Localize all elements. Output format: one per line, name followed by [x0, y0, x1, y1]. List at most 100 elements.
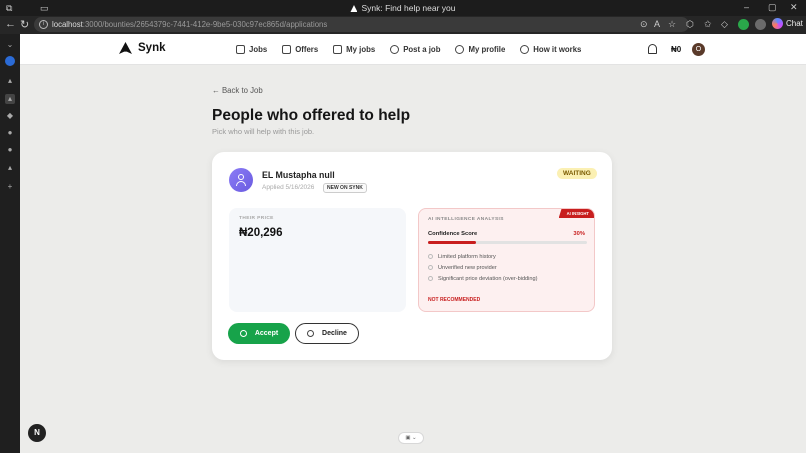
- url-path: :3000/bounties/2654379c-7441-412e-9be5-0…: [82, 20, 328, 29]
- maximize-icon[interactable]: ▢: [768, 2, 777, 13]
- browser-sidebar: ⌄ ▴ ▴ ◆ ● ● ▴ +: [0, 34, 20, 453]
- url-host: localhost: [52, 20, 83, 29]
- favorite-star-icon[interactable]: ☆: [668, 19, 676, 30]
- confidence-bar: [428, 241, 587, 244]
- new-tab-icon[interactable]: +: [5, 182, 15, 192]
- nav-links: Jobs Offers My jobs Post a job My profil…: [236, 34, 581, 65]
- confidence-bar-fill: [428, 241, 476, 244]
- x-circle-icon: [307, 330, 315, 337]
- ai-insight-flag: AI INSIGHT: [558, 209, 594, 218]
- minimize-icon[interactable]: –: [744, 2, 749, 12]
- reason-text: Unverified new provider: [438, 264, 497, 271]
- location-icon[interactable]: ⊙: [640, 19, 648, 30]
- list-item: Limited platform history: [428, 251, 538, 262]
- browser-refresh-icon[interactable]: ↻: [20, 18, 29, 31]
- back-to-job-link[interactable]: ← Back to Job: [212, 86, 263, 95]
- synk-logo-icon: [119, 42, 132, 54]
- dev-tools-pill[interactable]: ▣ ⌄: [398, 432, 424, 444]
- top-nav: Synk Jobs Offers My jobs Post a job My p…: [20, 34, 806, 65]
- nav-link-label: Post a job: [403, 45, 441, 54]
- status-badge: WAITING: [557, 168, 597, 179]
- help-icon: [520, 45, 530, 54]
- nav-link-post-a-job[interactable]: Post a job: [390, 45, 440, 54]
- risk-reasons-list: Limited platform history Unverified new …: [428, 251, 538, 284]
- profile-icon[interactable]: [755, 19, 766, 30]
- github-icon[interactable]: ●: [5, 128, 15, 138]
- home-icon: [236, 45, 245, 54]
- window-title: Synk: Find help near you: [0, 3, 806, 13]
- nav-link-offers[interactable]: Offers: [282, 45, 318, 54]
- page-title: People who offered to help: [212, 107, 411, 124]
- ai-analysis-label: AI INTELLIGENCE ANALYSIS: [428, 217, 504, 222]
- browser-back-icon[interactable]: ←: [5, 18, 16, 30]
- browser-titlebar: ⧉ ▭ Synk: Find help near you – ▢ ✕: [0, 0, 806, 16]
- sidebar-tab-icon[interactable]: [5, 56, 15, 66]
- decline-button[interactable]: Decline: [295, 323, 359, 344]
- applicant-avatar: [229, 168, 253, 192]
- ai-analysis-panel: AI INTELLIGENCE ANALYSIS AI INSIGHT Conf…: [418, 208, 595, 312]
- accept-button[interactable]: Accept: [228, 323, 290, 344]
- info-circle-icon: [428, 276, 433, 281]
- plus-circle-icon: [390, 45, 400, 54]
- extension-leaf-icon[interactable]: [738, 19, 749, 30]
- price-label: THEIR PRICE: [239, 216, 274, 221]
- page-subtitle: Pick who will help with this job.: [212, 127, 315, 136]
- applied-date: Applied 5/16/2026: [262, 184, 315, 191]
- next-dev-badge[interactable]: N: [28, 424, 46, 442]
- address-bar: ← ↻ i localhost:3000/bounties/2654379c-7…: [0, 16, 806, 34]
- nav-link-my-jobs[interactable]: My jobs: [333, 45, 375, 54]
- copilot-chat-button[interactable]: Chat: [772, 18, 803, 29]
- price-panel: THEIR PRICE ₦20,296: [229, 208, 406, 312]
- list-item: Significant price deviation (over-biddin…: [428, 273, 538, 284]
- page-viewport: Synk Jobs Offers My jobs Post a job My p…: [20, 34, 806, 453]
- reason-text: Limited platform history: [438, 253, 496, 260]
- confidence-label: Confidence Score: [428, 231, 478, 237]
- nav-link-my-profile[interactable]: My profile: [455, 45, 505, 54]
- application-card: EL Mustapha null Applied 5/16/2026 NEW O…: [212, 152, 612, 360]
- shield-icon[interactable]: ◇: [721, 19, 728, 30]
- site-info-icon[interactable]: i: [39, 20, 48, 29]
- user-icon: [238, 174, 244, 180]
- synk-favicon-icon: [350, 5, 358, 12]
- nav-link-label: Offers: [295, 45, 319, 54]
- nav-link-label: My profile: [468, 45, 506, 54]
- extensions-icon[interactable]: ⬡: [686, 19, 694, 30]
- check-circle-icon: [239, 330, 247, 337]
- read-aloud-icon[interactable]: A: [654, 19, 660, 29]
- user-avatar[interactable]: O: [692, 43, 705, 56]
- recommendation-verdict: NOT RECOMMENDED: [428, 297, 481, 303]
- reason-text: Significant price deviation (over-biddin…: [438, 275, 538, 282]
- chat-label: Chat: [786, 19, 803, 28]
- user-icon: [455, 45, 465, 54]
- url-field[interactable]: i localhost:3000/bounties/2654379c-7441-…: [34, 17, 689, 32]
- document-icon: [333, 45, 343, 54]
- info-circle-icon: [428, 265, 433, 270]
- applicant-name: EL Mustapha null: [262, 170, 335, 180]
- sidebar-tab-app-icon[interactable]: ◆: [5, 111, 15, 121]
- chevron-down-icon[interactable]: ⌄: [5, 40, 15, 50]
- sidebar-tab-synk-icon[interactable]: ▴: [5, 76, 15, 86]
- sidebar-tab-synk-2-icon[interactable]: ▴: [5, 163, 15, 173]
- nav-link-how-it-works[interactable]: How it works: [520, 45, 581, 54]
- nav-link-jobs[interactable]: Jobs: [236, 45, 267, 54]
- sidebar-tab-active-icon[interactable]: ▴: [5, 94, 15, 104]
- user-icon-body: [236, 181, 246, 186]
- confidence-value: 30%: [573, 231, 585, 237]
- info-circle-icon: [428, 254, 433, 259]
- brand-name: Synk: [138, 42, 166, 54]
- nav-link-label: How it works: [533, 45, 582, 54]
- list-item: Unverified new provider: [428, 262, 538, 273]
- briefcase-icon: [282, 45, 292, 54]
- brand-logo[interactable]: Synk: [119, 42, 166, 54]
- nav-link-label: My jobs: [346, 45, 376, 54]
- price-value: ₦20,296: [239, 227, 283, 239]
- close-icon[interactable]: ✕: [790, 2, 798, 13]
- nav-link-label: Jobs: [249, 45, 268, 54]
- wallet-balance[interactable]: ₦0: [671, 45, 681, 54]
- decline-label: Decline: [322, 330, 347, 337]
- copilot-icon: [772, 18, 783, 29]
- notifications-bell-icon[interactable]: [648, 44, 657, 54]
- favorites-icon[interactable]: ✩: [704, 19, 712, 30]
- github-icon-2[interactable]: ●: [5, 145, 15, 155]
- new-on-synk-badge: NEW ON SYNK: [323, 183, 367, 193]
